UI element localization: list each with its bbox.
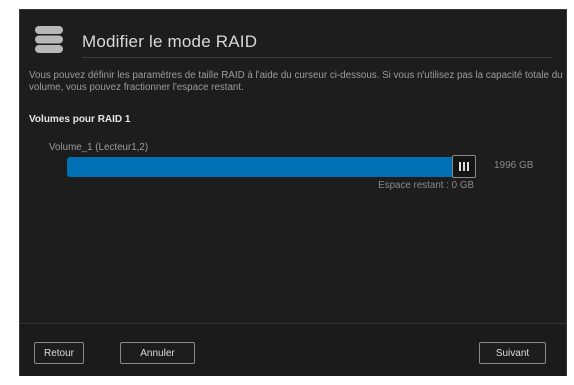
- description-text: Vous pouvez définir les paramètres de ta…: [29, 70, 563, 93]
- grip-line-icon: [467, 162, 469, 171]
- dialog-header: Modifier le mode RAID: [20, 10, 566, 58]
- raid-size-slider-handle[interactable]: [452, 155, 476, 178]
- dialog-title: Modifier le mode RAID: [82, 32, 258, 51]
- volume-size-value: 1996 GB: [494, 160, 534, 171]
- next-button[interactable]: Suivant: [479, 342, 546, 364]
- raid-mode-dialog: Modifier le mode RAID Vous pouvez défini…: [19, 9, 567, 376]
- back-button[interactable]: Retour: [34, 342, 84, 364]
- dialog-footer: Retour Annuler Suivant: [20, 324, 566, 376]
- raid-size-slider-track[interactable]: [67, 157, 456, 177]
- cancel-button[interactable]: Annuler: [120, 342, 195, 364]
- section-label: Volumes pour RAID 1: [29, 114, 131, 125]
- grip-line-icon: [463, 162, 465, 171]
- database-icon: [35, 26, 63, 53]
- header-divider: [82, 57, 552, 58]
- volume-label: Volume_1 (Lecteur1,2): [49, 142, 149, 153]
- grip-line-icon: [459, 162, 461, 171]
- remaining-space-text: Espace restant : 0 GB: [378, 180, 474, 191]
